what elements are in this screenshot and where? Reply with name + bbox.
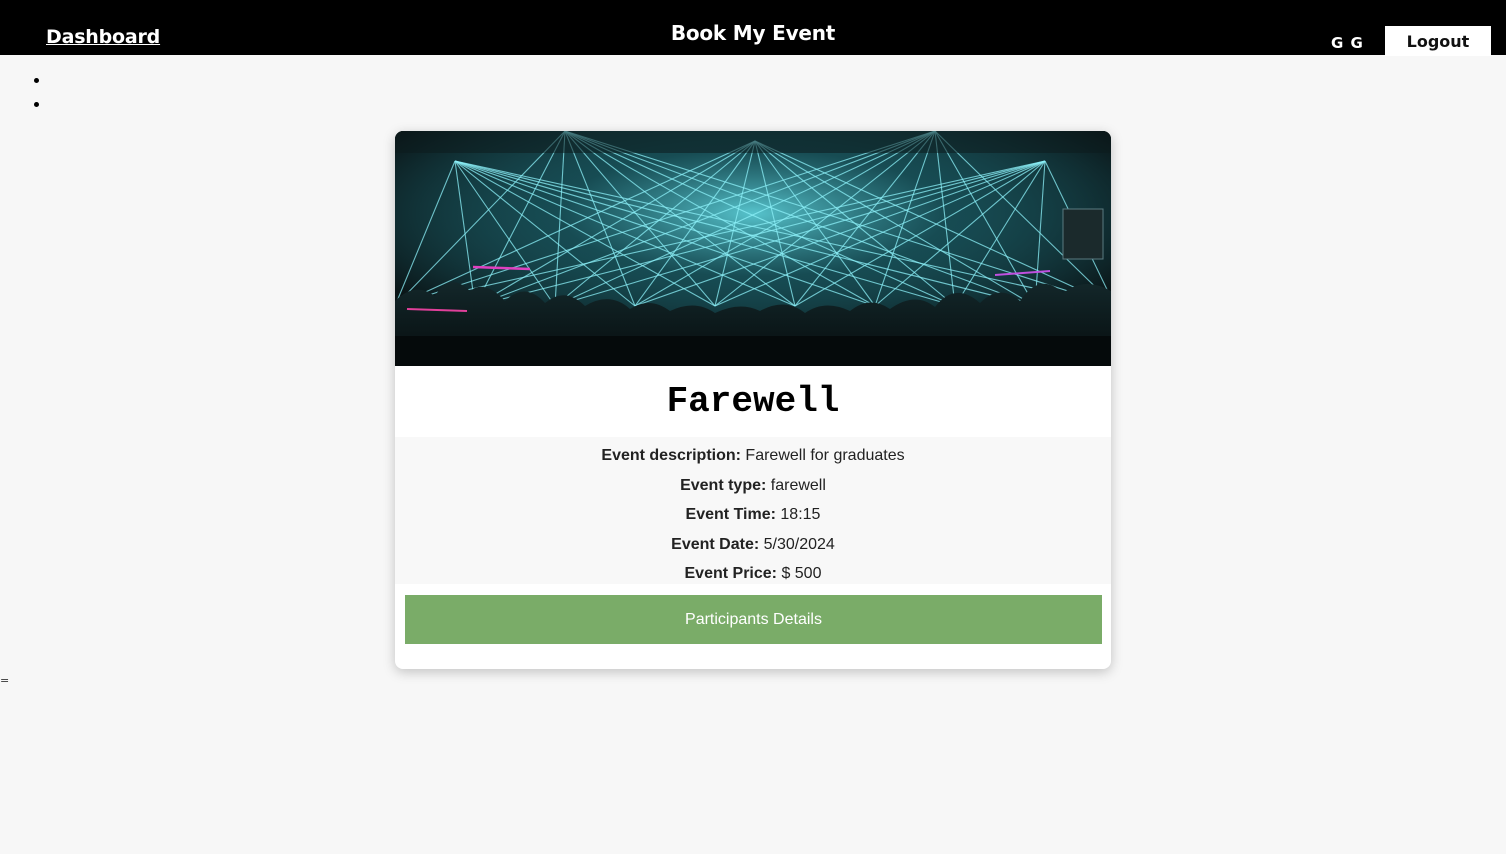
event-type-row: Event type: farewell: [395, 471, 1111, 501]
event-time-label: Event Time:: [685, 506, 776, 524]
stray-text: =: [0, 674, 10, 687]
event-description-value: Farewell for graduates: [745, 447, 905, 464]
event-type-value: farewell: [770, 476, 826, 494]
event-details: Event description: Farewell for graduate…: [395, 437, 1111, 584]
event-price-label: Event Price:: [684, 565, 777, 583]
empty-list: [32, 72, 40, 120]
event-image: [395, 131, 1111, 366]
event-description-label: Event description:: [601, 447, 741, 464]
list-item: [32, 96, 40, 120]
event-title: Farewell: [666, 381, 840, 422]
event-price-value: $ 500: [781, 565, 822, 583]
user-initials: G G: [1331, 34, 1364, 52]
brand-title: Book My Event: [670, 21, 836, 45]
event-time-value: 18:15: [780, 506, 821, 524]
event-price-row: Event Price: $ 500: [395, 559, 1111, 589]
event-date-value: 5/30/2024: [763, 535, 835, 553]
event-time-row: Event Time: 18:15: [395, 500, 1111, 530]
event-description-row: Event description: Farewell for graduate…: [395, 441, 1111, 471]
event-photo-lasers: [395, 131, 1111, 366]
event-date-row: Event Date: 5/30/2024: [395, 530, 1111, 560]
top-navbar: Dashboard Book My Event G G Logout: [0, 0, 1506, 56]
event-card: Farewell Event description: Farewell for…: [395, 131, 1111, 669]
event-type-label: Event type:: [680, 476, 767, 494]
event-date-label: Event Date:: [671, 535, 760, 553]
logout-button[interactable]: Logout: [1385, 26, 1491, 56]
participants-details-button[interactable]: Participants Details: [405, 595, 1102, 644]
list-item: [32, 72, 40, 96]
